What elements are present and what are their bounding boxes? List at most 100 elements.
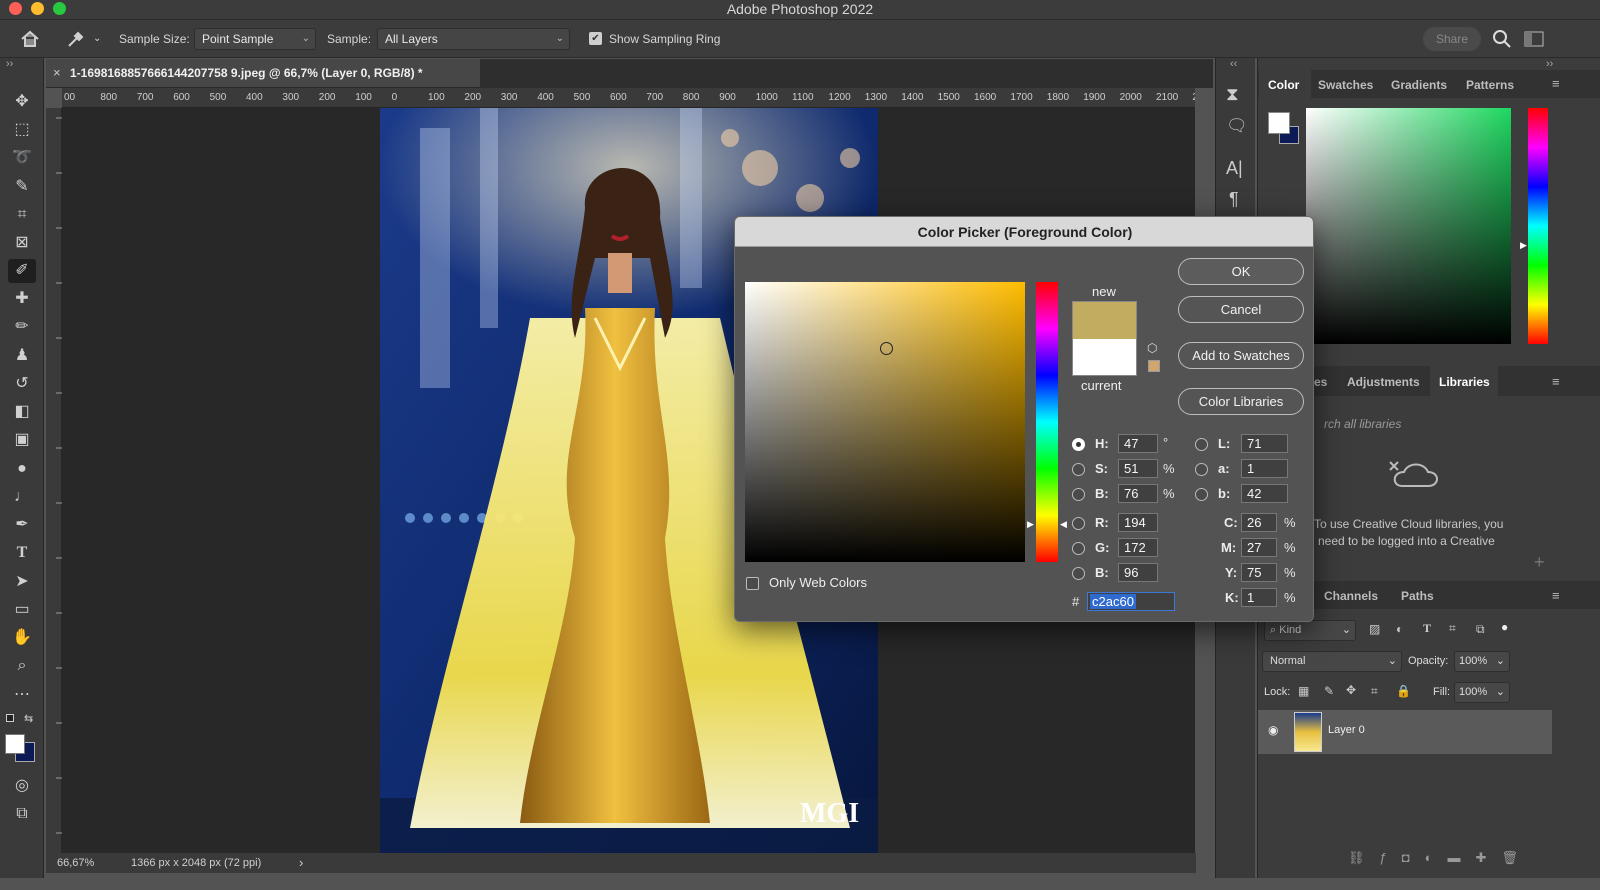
rectangle-tool-icon[interactable]: ▭ — [8, 598, 36, 622]
document-tab[interactable]: × 1-1698168857666144207758 9.jpeg @ 66,7… — [46, 59, 480, 88]
ok-button[interactable]: OK — [1178, 258, 1304, 285]
tool-preset-chevron-icon[interactable]: ⌄ — [93, 33, 101, 44]
radio-r[interactable] — [1072, 517, 1085, 530]
foreground-color-swatch[interactable] — [5, 734, 25, 754]
close-document-icon[interactable]: × — [53, 59, 61, 87]
radio-a[interactable] — [1195, 463, 1208, 476]
tab-libraries[interactable]: Libraries — [1439, 375, 1490, 389]
saturation-brightness-field[interactable] — [745, 282, 1025, 562]
color-libraries-button[interactable]: Color Libraries — [1178, 388, 1304, 415]
hue-slider-right-arrow-icon[interactable]: ◀ — [1060, 519, 1067, 530]
healing-brush-tool-icon[interactable]: ✚ — [8, 287, 36, 311]
tab-patterns[interactable]: Patterns — [1466, 78, 1514, 92]
share-button[interactable]: Share — [1423, 27, 1481, 51]
panel-menu-icon[interactable]: ≡ — [1552, 374, 1560, 389]
color-field-cursor[interactable] — [880, 342, 893, 355]
fill-field[interactable]: 100% ⌄ — [1454, 682, 1510, 703]
workspace-icon[interactable] — [1524, 30, 1544, 48]
filter-shape-icon[interactable]: ⌗ — [1449, 621, 1456, 636]
field-r[interactable]: 194 — [1118, 513, 1158, 532]
field-y[interactable]: 75 — [1241, 563, 1277, 582]
tab-color[interactable]: Color — [1268, 78, 1299, 92]
eyedropper-tool-icon[interactable]: ✐ — [8, 259, 36, 283]
filter-toggle-icon[interactable]: ● — [1501, 620, 1508, 634]
field-c[interactable]: 26 — [1241, 513, 1277, 532]
tab-paths[interactable]: Paths — [1401, 589, 1434, 603]
field-b[interactable]: 76 — [1118, 484, 1158, 503]
edit-toolbar-icon[interactable]: ⋯ — [8, 683, 36, 707]
move-tool-icon[interactable]: ✥ — [8, 90, 36, 114]
field-a[interactable]: 1 — [1241, 459, 1288, 478]
blend-mode-dropdown[interactable]: Normal ⌄ — [1262, 651, 1402, 672]
path-selection-tool-icon[interactable]: ➤ — [8, 570, 36, 594]
panel-menu-icon[interactable]: ≡ — [1552, 588, 1560, 603]
radio-g[interactable] — [1072, 542, 1085, 555]
collapse-panel-icon[interactable]: ‹‹ — [1230, 58, 1237, 70]
quick-mask-icon[interactable]: ◎ — [8, 774, 36, 798]
radio-h[interactable] — [1072, 438, 1085, 451]
filter-adjustment-icon[interactable]: ◐ — [1396, 622, 1403, 636]
pen-tool-icon[interactable]: ✒ — [8, 513, 36, 537]
search-libraries-input[interactable]: rch all libraries — [1324, 417, 1401, 431]
history-panel-icon[interactable]: ⧗ — [1226, 84, 1239, 105]
clone-stamp-tool-icon[interactable]: ♟ — [8, 344, 36, 368]
zoom-level[interactable]: 66,67% — [57, 853, 94, 873]
type-tool-icon[interactable]: T — [8, 541, 36, 565]
color-field[interactable] — [1306, 108, 1511, 344]
cancel-button[interactable]: Cancel — [1178, 296, 1304, 323]
hand-tool-icon[interactable]: ✋ — [8, 626, 36, 650]
eraser-tool-icon[interactable]: ◧ — [8, 400, 36, 424]
filter-pixel-icon[interactable]: ▨ — [1369, 622, 1380, 636]
field-k[interactable]: 1 — [1241, 588, 1277, 607]
layer-row[interactable]: ◉ Layer 0 — [1258, 710, 1552, 754]
marquee-tool-icon[interactable]: ⬚ — [8, 118, 36, 142]
crop-tool-icon[interactable]: ⌗ — [8, 203, 36, 227]
character-panel-icon[interactable]: A| — [1226, 158, 1243, 179]
field-s[interactable]: 51 — [1118, 459, 1158, 478]
panel-foreground-swatch[interactable] — [1268, 112, 1290, 134]
tab-swatches[interactable]: Swatches — [1318, 78, 1373, 92]
tab-partial[interactable]: es — [1314, 375, 1327, 389]
field-m[interactable]: 27 — [1241, 538, 1277, 557]
eyedropper-tool-icon[interactable] — [66, 29, 86, 49]
hue-slider-left-arrow-icon[interactable]: ▶ — [1027, 519, 1034, 530]
out-of-gamut-icon[interactable]: ⬡ — [1147, 341, 1157, 355]
lock-artboard-icon[interactable]: ⌗ — [1371, 684, 1378, 699]
swap-colors-icon[interactable]: ⇆ — [24, 712, 33, 725]
hue-slider[interactable] — [1036, 282, 1058, 562]
field-g[interactable]: 172 — [1118, 538, 1158, 557]
radio-blue[interactable] — [1072, 567, 1085, 580]
panels-expand-icon[interactable]: ›› — [1546, 58, 1553, 70]
field-l[interactable]: 71 — [1241, 434, 1288, 453]
show-sampling-ring-checkbox[interactable]: ✔ — [589, 32, 602, 45]
only-web-colors-checkbox[interactable] — [746, 577, 759, 590]
tab-adjustments[interactable]: Adjustments — [1347, 375, 1420, 389]
expand-panel-icon[interactable]: ›› — [6, 58, 13, 70]
field-lab-b[interactable]: 42 — [1241, 484, 1288, 503]
layer-filter-kind-dropdown[interactable]: ⌕ Kind ⌄ — [1264, 620, 1356, 641]
panel-menu-icon[interactable]: ≡ — [1552, 76, 1560, 91]
sample-dropdown[interactable]: All Layers ⌄ — [377, 28, 570, 50]
sample-size-dropdown[interactable]: Point Sample ⌄ — [194, 28, 316, 50]
current-color-swatch[interactable] — [1072, 339, 1137, 376]
close-window-button[interactable] — [9, 2, 22, 15]
screen-mode-icon[interactable]: ⧉ — [8, 802, 36, 826]
layers-footer-icons[interactable]: ⛓ƒ◘◐▬✚🗑 — [1348, 850, 1533, 866]
radio-s[interactable] — [1072, 463, 1085, 476]
paragraph-panel-icon[interactable]: ¶ — [1229, 189, 1239, 210]
radio-lab-b[interactable] — [1195, 488, 1208, 501]
home-icon[interactable] — [20, 29, 40, 49]
color-spectrum-bar[interactable] — [1528, 108, 1548, 344]
radio-l[interactable] — [1195, 438, 1208, 451]
lock-pixels-icon[interactable]: ✎ — [1324, 684, 1334, 698]
hex-field[interactable]: c2ac60 — [1087, 592, 1175, 611]
zoom-tool-icon[interactable]: ⌕ — [8, 654, 36, 678]
comments-panel-icon[interactable]: 🗨 — [1226, 116, 1248, 136]
tab-channels[interactable]: Channels — [1324, 589, 1378, 603]
spectrum-slider-arrow-icon[interactable]: ▶ — [1520, 240, 1527, 251]
add-library-icon[interactable]: + — [1534, 552, 1545, 573]
lock-transparent-icon[interactable]: ▦ — [1298, 684, 1309, 698]
field-blue[interactable]: 96 — [1118, 563, 1158, 582]
minimize-window-button[interactable] — [31, 2, 44, 15]
lock-position-icon[interactable]: ✥ — [1346, 683, 1356, 697]
